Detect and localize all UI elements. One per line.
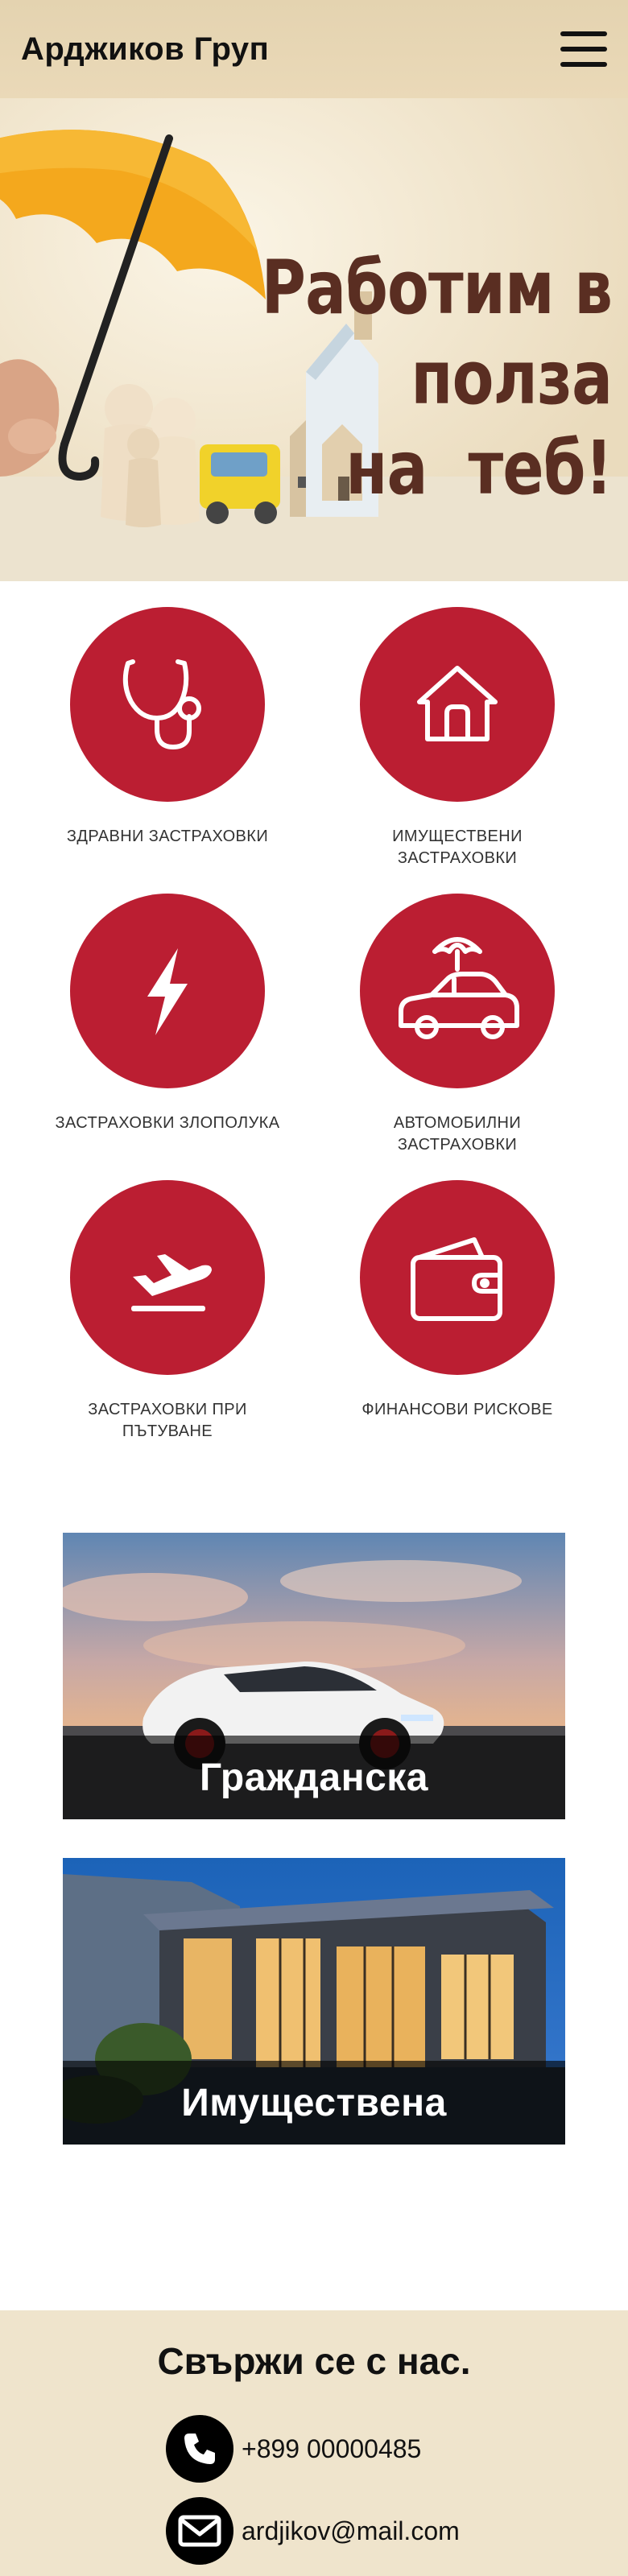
car-umbrella-icon <box>399 937 519 1039</box>
email-address[interactable]: ardjikov@mail.com <box>242 2516 460 2546</box>
hero-title-line: полза <box>411 335 613 421</box>
airplane-icon <box>131 1254 212 1311</box>
phone-number[interactable]: +899 00000485 <box>242 2434 421 2464</box>
hero-banner: Работим в полза на теб! <box>0 98 628 581</box>
email-contact[interactable]: ardjikov@mail.com <box>166 2497 460 2565</box>
card-property[interactable]: Имуществена <box>63 1858 565 2145</box>
service-label-line: ИМУЩЕСТВЕНИ <box>392 828 523 845</box>
card-caption: Имуществена <box>63 2061 565 2145</box>
card-caption: Гражданска <box>63 1736 565 1819</box>
card-civil-liability[interactable]: Гражданска <box>63 1533 565 1819</box>
envelope-icon <box>166 2497 233 2565</box>
service-label: ЗАСТРАХОВКИ ЗЛОПОЛУКА <box>23 1113 312 1134</box>
service-circle[interactable] <box>360 607 555 802</box>
service-finance[interactable]: ФИНАНСОВИ РИСКОВЕ <box>312 1180 602 1421</box>
service-auto[interactable]: АВТОМОБИЛНИ ЗАСТРАХОВКИ <box>312 894 602 1156</box>
service-circle[interactable] <box>70 607 265 802</box>
service-circle[interactable] <box>70 894 265 1088</box>
service-label-line: ЗАСТРАХОВКИ <box>397 1136 518 1154</box>
hero-title-line: Работим в <box>261 245 612 331</box>
service-label: АВТОМОБИЛНИ ЗАСТРАХОВКИ <box>312 1113 602 1156</box>
hero-title: Работим в полза на теб! <box>261 243 612 514</box>
contact-heading: Свържи се с нас. <box>157 2340 471 2382</box>
service-circle[interactable] <box>360 894 555 1088</box>
service-label: ЗДРАВНИ ЗАСТРАХОВКИ <box>23 826 312 848</box>
service-label: ЗАСТРАХОВКИ ПРИ ПЪТУВАНЕ <box>23 1399 312 1443</box>
service-health[interactable]: ЗДРАВНИ ЗАСТРАХОВКИ <box>23 607 312 848</box>
service-circle[interactable] <box>70 1180 265 1375</box>
service-label-line: ЗАСТРАХОВКИ ПРИ <box>88 1401 247 1418</box>
hamburger-icon[interactable] <box>560 31 607 67</box>
service-circle[interactable] <box>360 1180 555 1375</box>
service-accident[interactable]: ЗАСТРАХОВКИ ЗЛОПОЛУКА <box>23 894 312 1134</box>
hero-title-line: на теб! <box>345 425 613 511</box>
service-label: ФИНАНСОВИ РИСКОВЕ <box>312 1399 602 1421</box>
card-title: Имуществена <box>181 2081 447 2124</box>
phone-icon <box>166 2415 233 2483</box>
service-label-line: ЗАСТРАХОВКИ <box>397 849 518 867</box>
service-travel[interactable]: ЗАСТРАХОВКИ ПРИ ПЪТУВАНЕ <box>23 1180 312 1443</box>
service-label: ИМУЩЕСТВЕНИ ЗАСТРАХОВКИ <box>312 826 602 869</box>
wallet-icon <box>411 1237 502 1321</box>
service-label-line: АВТОМОБИЛНИ <box>393 1114 522 1132</box>
card-title: Гражданска <box>200 1756 428 1799</box>
service-label-line: ЗДРАВНИ ЗАСТРАХОВКИ <box>66 828 269 845</box>
stethoscope-icon <box>122 659 201 749</box>
service-label-line: ЗАСТРАХОВКИ ЗЛОПОЛУКА <box>55 1114 280 1132</box>
service-label-line: ПЪТУВАНЕ <box>122 1422 213 1440</box>
service-label-line: ФИНАНСОВИ РИСКОВЕ <box>362 1401 553 1418</box>
contact-footer: Свържи се с нас. +899 00000485 ardjikov@… <box>0 2310 628 2576</box>
site-header: Арджиков Груп <box>0 0 628 98</box>
service-property[interactable]: ИМУЩЕСТВЕНИ ЗАСТРАХОВКИ <box>312 607 602 869</box>
phone-contact[interactable]: +899 00000485 <box>166 2415 421 2483</box>
brand-logo-text[interactable]: Арджиков Груп <box>21 31 269 68</box>
lightning-icon <box>147 948 188 1035</box>
house-icon <box>417 666 498 741</box>
